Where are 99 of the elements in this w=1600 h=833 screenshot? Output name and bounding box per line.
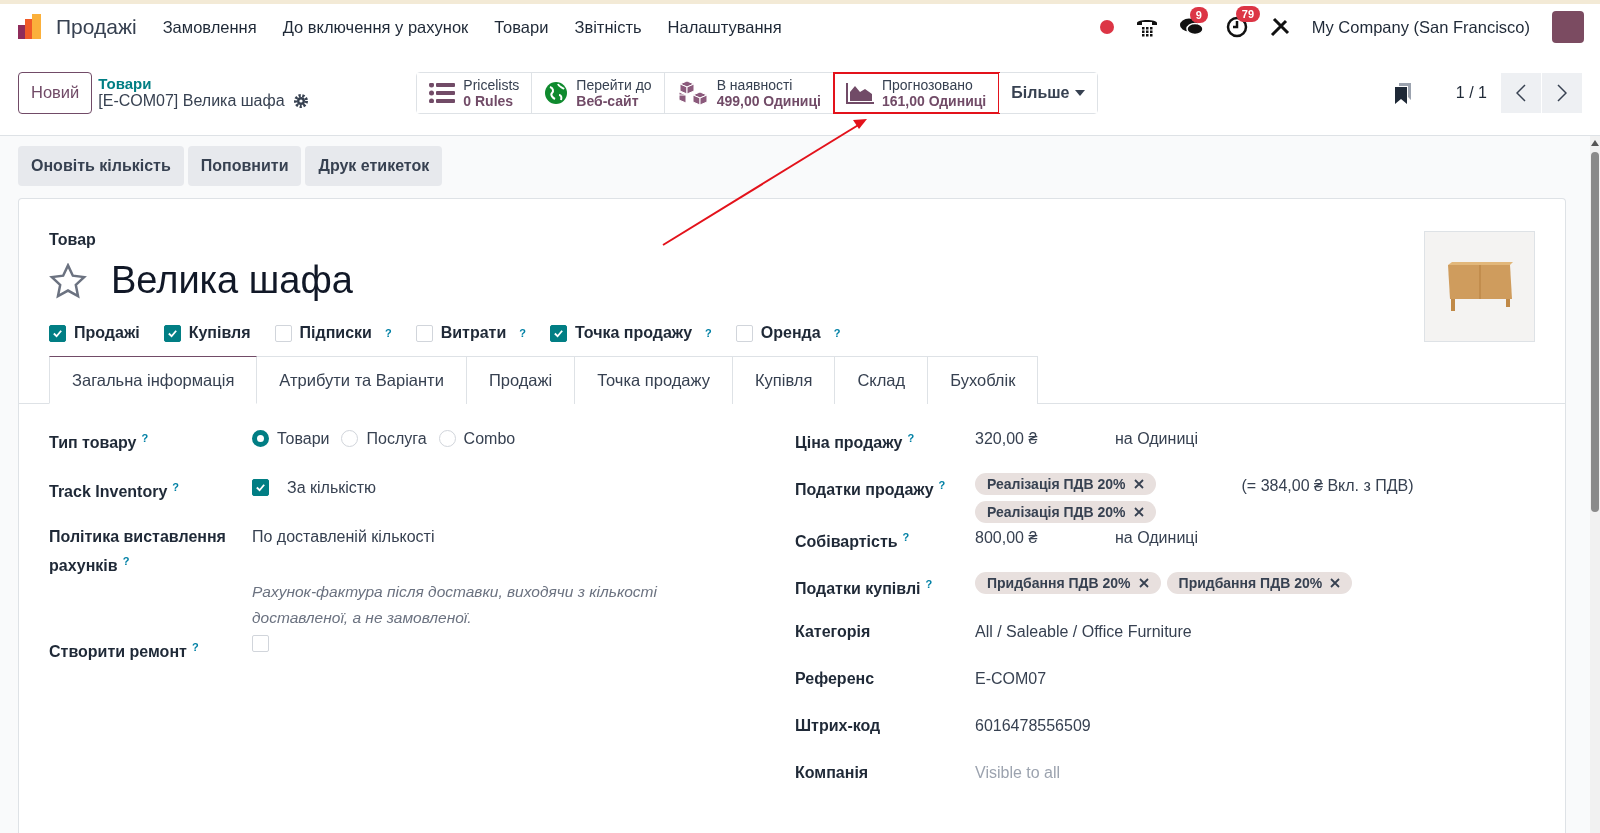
scroll-up-icon[interactable] bbox=[1591, 140, 1599, 146]
smart-button[interactable]: Прогнозовано 161,00 Одиниці bbox=[833, 72, 1000, 113]
bookmark-icon[interactable] bbox=[1393, 81, 1412, 104]
checkbox-label: За кількістю bbox=[287, 478, 377, 498]
form-tab[interactable]: Купівля bbox=[733, 356, 836, 404]
form-tab[interactable]: Загальна інформація bbox=[49, 356, 258, 404]
field-label: Податки продажу $^{?}$ bbox=[795, 478, 947, 501]
caret-icon bbox=[1075, 89, 1086, 96]
checkbox[interactable] bbox=[252, 479, 269, 496]
help-mark[interactable]: ? bbox=[907, 432, 915, 444]
company-switcher[interactable]: My Company (San Francisco) bbox=[1311, 17, 1530, 37]
remove-icon[interactable] bbox=[1138, 578, 1149, 588]
help-mark[interactable]: ? bbox=[384, 327, 392, 339]
smart-button[interactable]: Pricelists 0 Rules bbox=[417, 72, 533, 113]
form-tab[interactable]: Бухоблік bbox=[928, 356, 1039, 404]
tax-tag: Реалізація ПДВ 20% bbox=[975, 473, 1156, 495]
remove-icon[interactable] bbox=[1133, 507, 1144, 517]
field-value: 800,00 ₴ bbox=[975, 528, 1039, 548]
remove-icon[interactable] bbox=[1330, 578, 1341, 588]
field-value: 6016478556509 bbox=[975, 716, 1092, 736]
menu-item[interactable]: Налаштування bbox=[667, 17, 782, 37]
more-dropdown[interactable]: Більше bbox=[999, 72, 1098, 113]
help-mark[interactable]: ? bbox=[938, 479, 946, 491]
check-icon bbox=[553, 327, 564, 339]
field-label: Track Inventory $^{?}$ bbox=[49, 480, 180, 503]
field-note: Рахунок-фактура після доставки, виходячи з кількості доставленої, а не замовленої. bbox=[252, 582, 659, 628]
status-dot-icon bbox=[1099, 20, 1114, 34]
pager-value: 1 / 1 bbox=[1455, 83, 1487, 102]
check-icon bbox=[255, 482, 266, 493]
action-button[interactable]: Друк етикеток bbox=[305, 146, 443, 186]
phone-icon[interactable] bbox=[1135, 17, 1158, 37]
star-icon[interactable] bbox=[49, 262, 87, 299]
field-label: Створити ремонт $^{?}$ bbox=[49, 640, 200, 663]
form-tab[interactable]: Продажі bbox=[466, 356, 576, 404]
unit-label: на Одиниці bbox=[1115, 429, 1200, 449]
help-mark[interactable]: ? bbox=[191, 641, 199, 653]
menu-item[interactable]: Звітність bbox=[574, 17, 642, 37]
field-label: Штрих-код bbox=[795, 716, 882, 736]
menu-item[interactable]: Замовлення bbox=[162, 17, 257, 37]
globe-icon bbox=[544, 80, 569, 105]
field-label: Податки купівлі $^{?}$ bbox=[795, 577, 934, 600]
field-label: Політика виставлення рахунків $^{?}$ bbox=[49, 527, 227, 577]
notification-badge: 79 bbox=[1235, 6, 1260, 22]
tax-included-amount: (= 384,00 ₴ Вкл. з ПДВ) bbox=[1241, 476, 1414, 496]
field-label: Ціна продажу $^{?}$ bbox=[795, 431, 916, 454]
chevron-left-icon bbox=[1516, 83, 1526, 102]
action-button[interactable]: Поповнити bbox=[187, 146, 302, 186]
menu-item[interactable]: Товари bbox=[494, 17, 549, 37]
remove-icon[interactable] bbox=[1133, 479, 1144, 489]
field-label: Компанія bbox=[795, 763, 870, 783]
help-mark[interactable]: ? bbox=[172, 481, 179, 493]
unit-label: на Одиниці bbox=[1115, 528, 1200, 548]
field-label: Референс bbox=[795, 669, 876, 689]
option-checkbox[interactable]: Купівля bbox=[163, 324, 251, 342]
help-mark[interactable]: ? bbox=[519, 327, 526, 339]
radio-option[interactable]: Товари bbox=[252, 426, 330, 451]
settings-icon[interactable] bbox=[292, 93, 309, 109]
product-name: Велика шафа bbox=[111, 259, 353, 302]
previous-button[interactable] bbox=[1501, 72, 1541, 113]
form-label: Товар bbox=[49, 231, 97, 249]
help-mark[interactable]: ? bbox=[122, 555, 130, 567]
menu-item[interactable]: До включення у рахунок bbox=[282, 17, 469, 37]
field-value: 320,00 ₴ bbox=[975, 429, 1039, 449]
help-mark[interactable]: ? bbox=[925, 578, 933, 590]
help-mark[interactable]: ? bbox=[902, 531, 910, 543]
field-label: Собівартість $^{?}$ bbox=[795, 530, 911, 553]
tax-tag: Реалізація ПДВ 20% bbox=[975, 501, 1156, 523]
check-icon bbox=[52, 327, 63, 339]
field-value: All / Saleable / Office Furniture bbox=[975, 622, 1193, 642]
form-tab[interactable]: Точка продажу bbox=[575, 356, 733, 404]
field-label: Категорія bbox=[795, 622, 872, 642]
record-title: [E-COM07] Велика шафа bbox=[98, 92, 285, 110]
radio-option[interactable]: Combo bbox=[438, 426, 516, 451]
next-button[interactable] bbox=[1542, 72, 1582, 113]
area-chart-icon bbox=[845, 81, 874, 104]
action-button[interactable]: Оновіть кількість bbox=[18, 146, 184, 186]
radio-option[interactable]: Послуга bbox=[341, 426, 427, 451]
field-value: По доставленій кількості bbox=[252, 528, 435, 545]
tax-tag: Придбання ПДВ 20% bbox=[1166, 572, 1353, 594]
help-mark[interactable]: ? bbox=[141, 432, 149, 444]
chevron-right-icon bbox=[1557, 83, 1567, 102]
breadcrumb-link[interactable]: Товари bbox=[98, 75, 417, 92]
app-name[interactable]: Продажі bbox=[56, 15, 137, 39]
new-button[interactable]: Новий bbox=[18, 71, 93, 114]
boxes-icon bbox=[676, 79, 709, 106]
form-tab[interactable]: Атрибути та Варіанти bbox=[257, 356, 467, 404]
field-value: E-COM07 bbox=[975, 669, 1048, 689]
notification-badge: 9 bbox=[1189, 7, 1208, 23]
form-tab[interactable]: Склад bbox=[835, 356, 929, 404]
option-checkbox[interactable]: Продажі bbox=[49, 324, 140, 342]
help-mark[interactable]: ? bbox=[705, 327, 712, 339]
tax-tag: Придбання ПДВ 20% bbox=[975, 572, 1161, 594]
check-icon bbox=[166, 327, 178, 339]
field-label: Тип товару $^{?}$ bbox=[49, 431, 150, 454]
clock-icon[interactable] bbox=[1225, 16, 1248, 38]
scrollbar[interactable] bbox=[1590, 136, 1600, 833]
app-logo-icon[interactable] bbox=[16, 13, 44, 41]
list-icon bbox=[429, 82, 456, 103]
help-mark[interactable]: ? bbox=[833, 327, 841, 339]
